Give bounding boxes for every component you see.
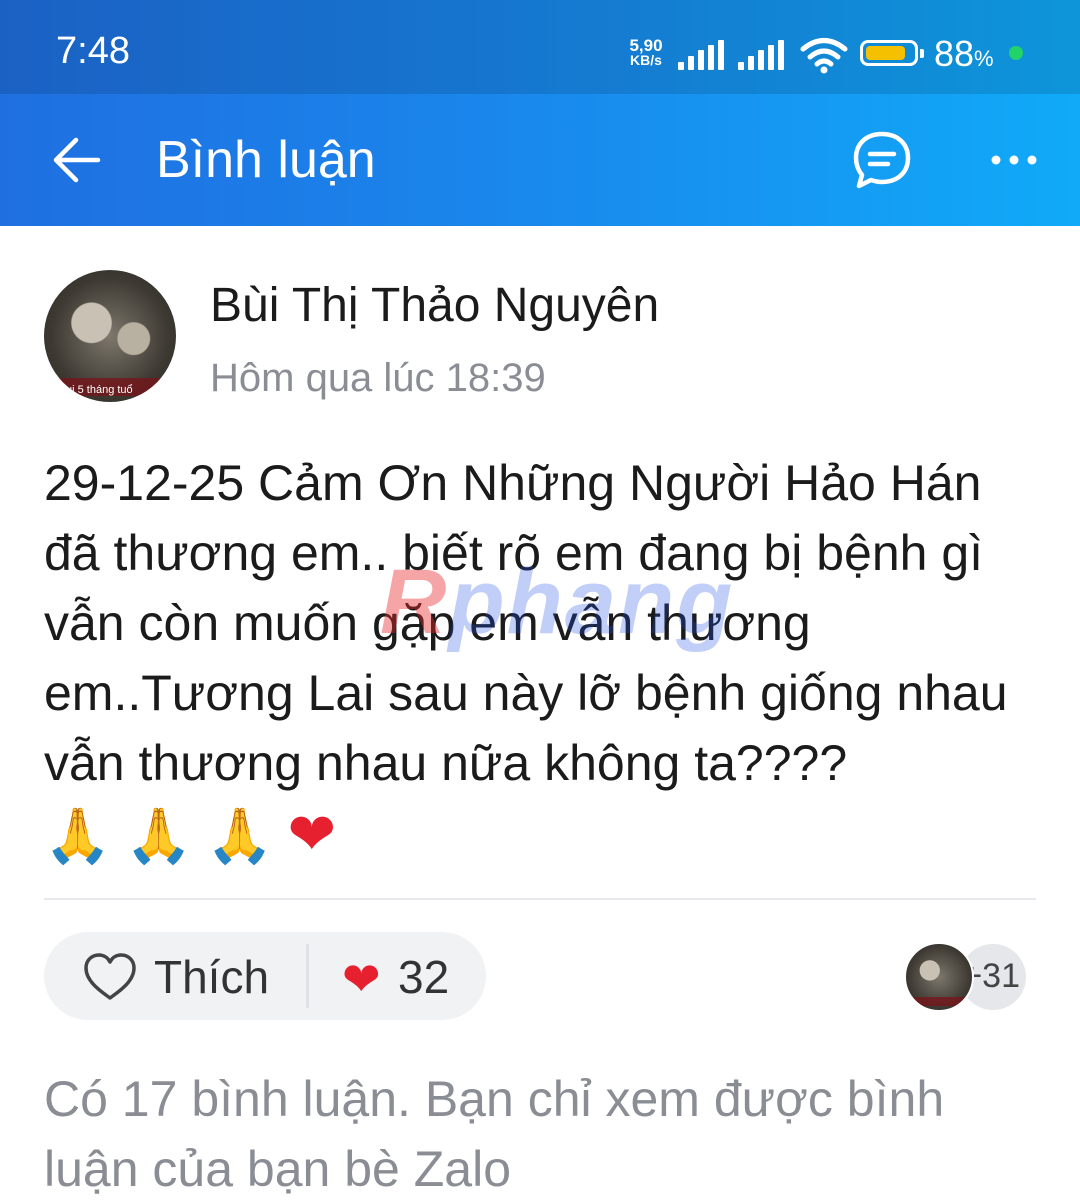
avatar-caption: ui 5 tháng tuổ [66,384,133,396]
like-label: Thích [154,951,270,1003]
watermark: Rphang [380,551,735,653]
reaction-summary[interactable]: ❤ 32 [340,932,470,1020]
reactor-avatar[interactable] [904,942,974,1012]
comments-notice: Có 17 bình luận. Bạn chỉ xem được bình l… [44,1071,945,1197]
more-options-button[interactable] [978,124,1050,196]
pray-emoji-icon: 🙏 [125,806,193,866]
chat-bubble-icon [853,131,911,189]
like-button[interactable]: Thích [78,932,308,1020]
reaction-bar: Thích ❤ 32 [44,932,486,1020]
page-title: Bình luận [156,131,376,189]
status-time: 7:48 [56,30,130,72]
app-header: Bình luận [0,94,1080,226]
battery-icon [860,40,924,66]
battery-level [866,46,905,60]
signal-icon [738,40,786,70]
reaction-count: 32 [398,951,450,1003]
pray-emoji-icon: 🙏 [44,806,112,866]
network-speed-unit: KB/s [630,52,662,68]
network-speed: 5,90 KB/s [622,36,670,68]
post-text: 29-12-25 Cảm Ơn Những Người Hảo Hán đã t… [44,448,1044,871]
heart-outline-icon [84,953,136,1000]
divider [306,944,309,1008]
top-app-bar: 7:48 5,90 KB/s 88% Bình luận [0,0,1080,226]
post-card: ui 5 tháng tuổ Bùi Thị Thảo Nguyên Hôm q… [0,226,1080,1197]
wifi-icon [800,38,848,74]
post-timestamp: Hôm qua lúc 18:39 [210,356,546,400]
pray-emoji-icon: 🙏 [206,806,274,866]
status-bar: 7:48 5,90 KB/s 88% [0,0,1080,94]
battery-percent: 88% [934,33,994,74]
divider [44,898,1036,900]
arrow-left-icon [53,137,101,183]
signal-icon [678,40,726,70]
more-horizontal-icon [991,155,1037,165]
chat-button[interactable] [846,124,918,196]
charging-dot-icon [1009,46,1023,60]
network-speed-value: 5,90 [629,36,663,55]
back-button[interactable] [40,124,112,196]
heart-emoji-icon: ❤ [287,802,337,867]
author-avatar[interactable]: ui 5 tháng tuổ [44,270,176,402]
heart-filled-icon: ❤ [342,953,381,1005]
author-name[interactable]: Bùi Thị Thảo Nguyên [210,278,659,333]
